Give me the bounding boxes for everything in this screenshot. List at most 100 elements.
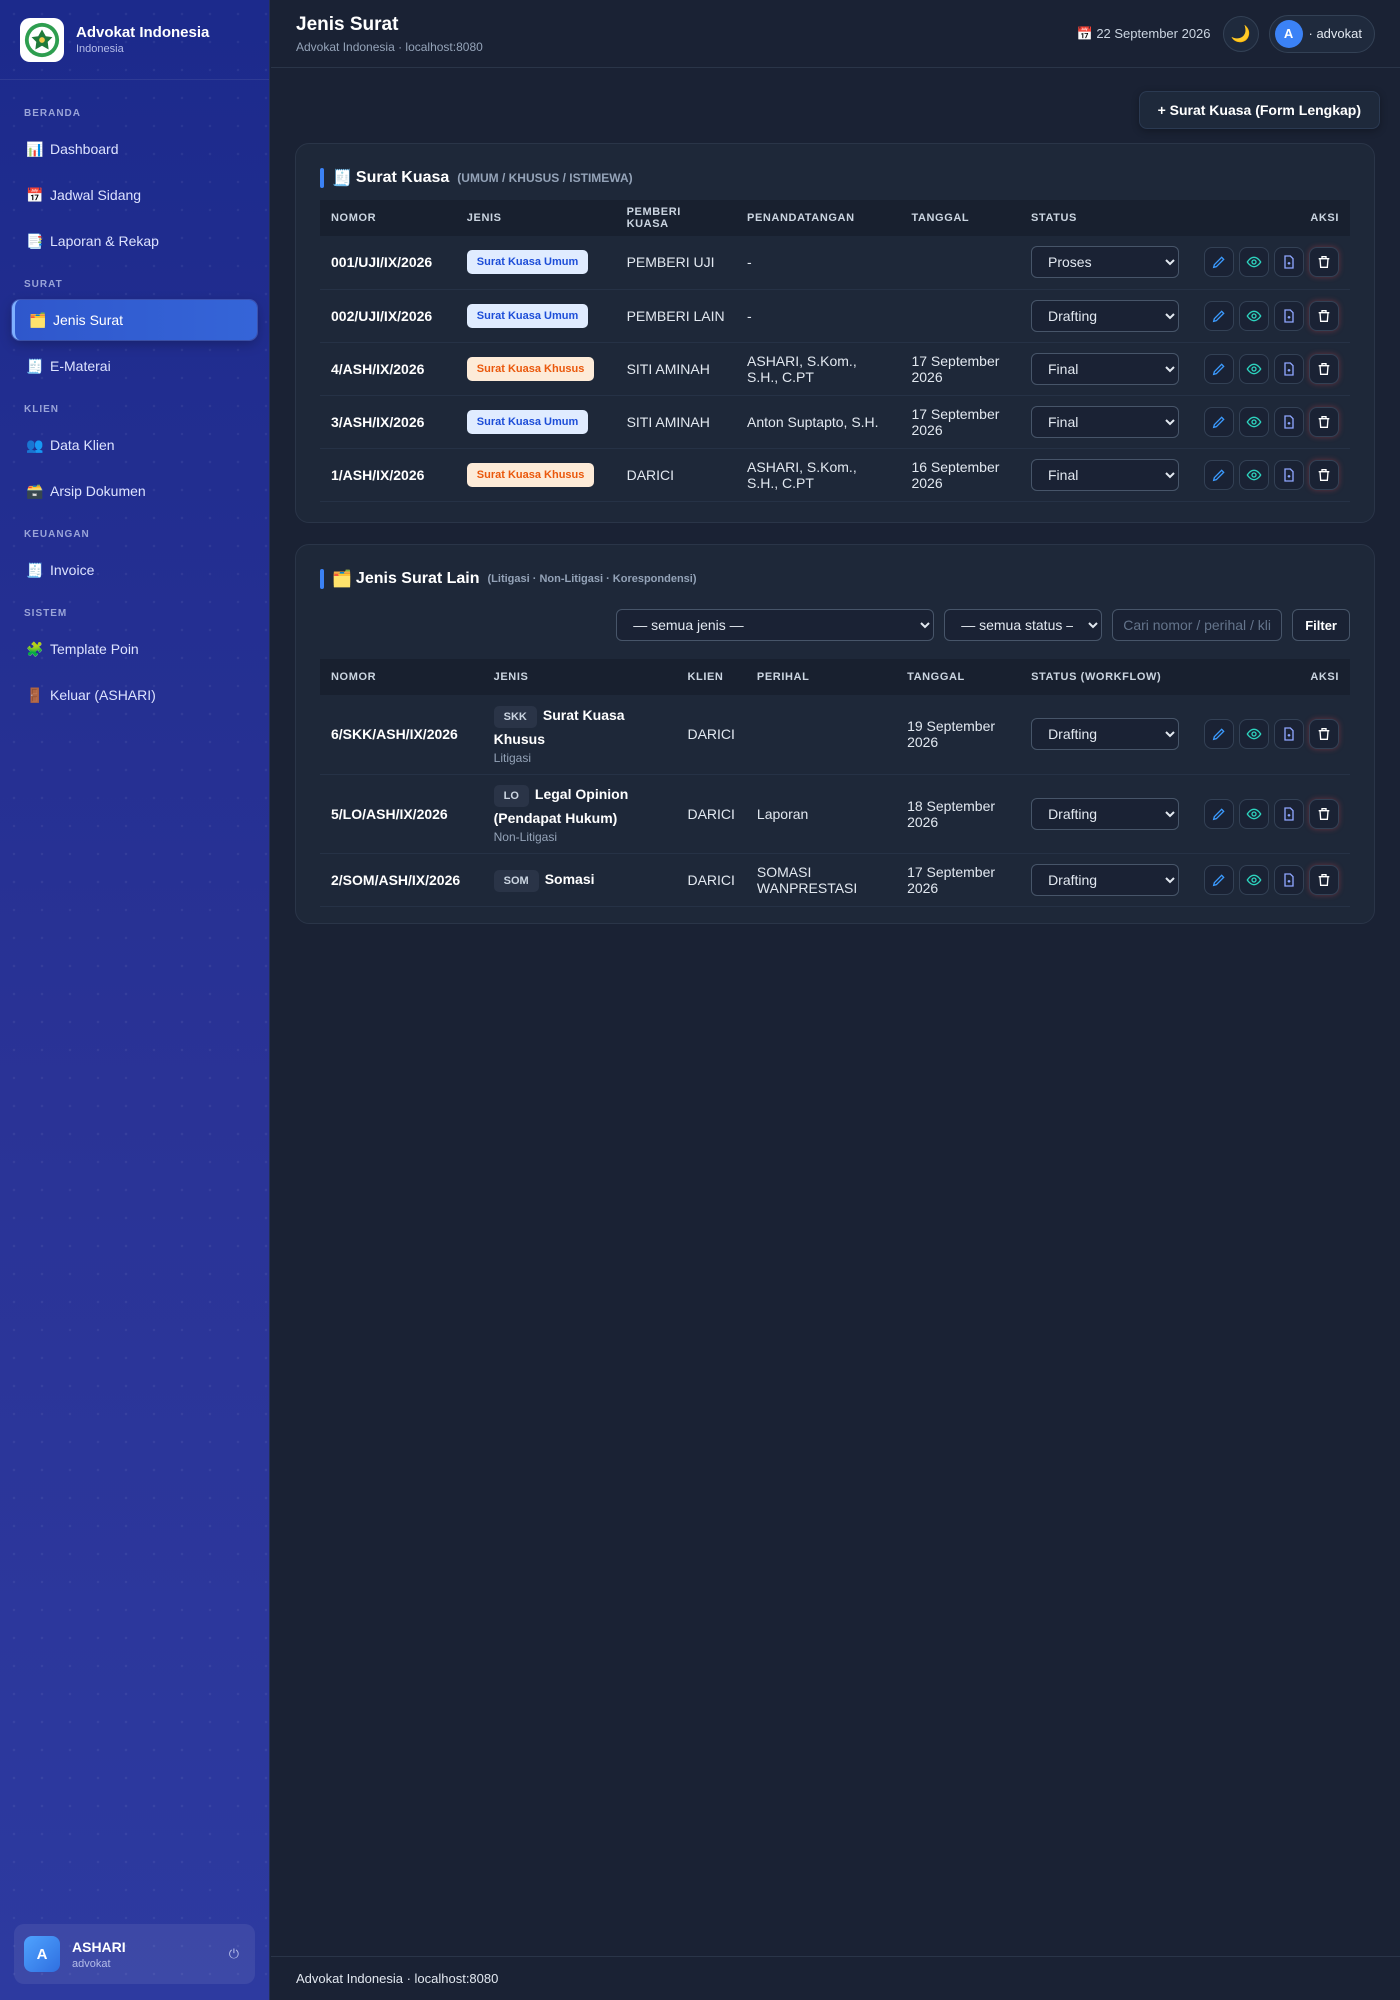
tanggal-cell [900,289,1020,343]
status-select[interactable]: Proses [1031,246,1179,279]
view-eye-icon[interactable] [1239,864,1269,895]
sidebar-item-label: Jadwal Sidang [50,187,142,203]
column-header: TANGGAL [900,200,1020,236]
user-menu[interactable]: A · advokat [1268,14,1375,53]
section-accent-bar [320,168,324,188]
nav-icon: 📊 [26,140,44,157]
delete-trash-icon[interactable] [1309,459,1339,490]
sidebar-section-title: KEUANGAN [24,529,90,540]
pdf-document-icon[interactable] [1274,864,1304,895]
search-input[interactable] [1112,609,1283,641]
edit-icon[interactable] [1204,353,1234,384]
pdf-document-icon[interactable] [1274,353,1304,384]
tanggal-cell: 16 September 2026 [900,448,1020,502]
footer: Advokat Indonesia · localhost:8080 [271,1956,1400,2000]
delete-trash-icon[interactable] [1309,406,1339,437]
pdf-document-icon[interactable] [1274,798,1304,829]
table-row: 5/LO/ASH/IX/2026 LO Legal Opinion (Pendapa… [320,774,1350,854]
status-cell: Proses [1020,236,1193,290]
status-cell: Drafting [1020,289,1193,343]
status-select[interactable]: Drafting [1031,299,1179,332]
nomor-cell: 3/ASH/IX/2026 [320,395,456,449]
status-cell: Final [1020,448,1193,502]
sidebar-item-data-klien[interactable]: 👥 Data Klien [12,425,257,465]
nomor-cell: 4/ASH/IX/2026 [320,342,456,396]
pdf-document-icon[interactable] [1274,300,1304,331]
view-eye-icon[interactable] [1239,719,1269,750]
sidebar-item-e-materai[interactable]: 🧾 E-Materai [12,346,257,386]
top-bar: Jenis Surat Advokat Indonesia · localhos… [271,0,1400,68]
sidebar-item-label: Template Poin [50,641,139,657]
status-filter-select[interactable]: — semua status — [944,609,1103,641]
add-surat-kuasa-button[interactable]: + Surat Kuasa (Form Lengkap) [1138,91,1380,129]
status-select[interactable]: Drafting [1031,718,1180,751]
pdf-document-icon[interactable] [1274,459,1304,490]
edit-icon[interactable] [1204,459,1234,490]
jenis-badge: Surat Kuasa Khusus [466,356,595,381]
tanggal-cell: 18 September 2026 [896,774,1021,854]
sidebar-item-jenis-surat[interactable]: 🗂️ Jenis Surat [12,300,257,340]
nomor-cell: 2/SOM/ASH/IX/2026 [320,853,483,907]
sidebar-section-title: SURAT [24,279,63,290]
delete-trash-icon[interactable] [1309,798,1339,829]
status-select[interactable]: Drafting [1031,797,1180,830]
status-select[interactable]: Final [1031,458,1179,491]
user-name: ASHARI [72,1938,126,1955]
pemberi-cell: DARICI [615,448,737,502]
sidebar-item-template-poin[interactable]: 🧩 Template Poin [12,629,257,669]
jenis-info: LO Legal Opinion (Pendapat Hukum) [493,783,666,829]
edit-icon[interactable] [1204,247,1234,278]
sidebar-section-title: BERANDA [24,108,81,119]
tanggal-cell: 19 September 2026 [896,695,1021,775]
sidebar-item-jadwal-sidang[interactable]: 📅 Jadwal Sidang [12,175,257,215]
view-eye-icon[interactable] [1239,300,1269,331]
theme-toggle-moon-icon[interactable]: 🌙 [1222,15,1259,52]
sidebar-user-card[interactable]: A ASHARI advokat ⏻ [14,1924,255,1984]
jenis-info: SOM Somasi [493,868,666,892]
power-icon[interactable]: ⏻ [229,1946,239,1962]
delete-trash-icon[interactable] [1309,719,1339,750]
edit-icon[interactable] [1204,864,1234,895]
section-title: Surat Kuasa [355,169,450,186]
jenis-filter-select[interactable]: — semua jenis — [616,609,935,641]
delete-trash-icon[interactable] [1309,247,1339,278]
status-select[interactable]: Drafting [1031,863,1180,896]
view-eye-icon[interactable] [1239,353,1269,384]
scroll-icon: 🧾 [332,170,352,187]
nav-icon: 🧾 [26,561,44,578]
edit-icon[interactable] [1204,300,1234,331]
sidebar-item-keluar-ashari[interactable]: 🚪 Keluar (ASHARI) [12,675,257,715]
view-eye-icon[interactable] [1239,798,1269,829]
app-logo [20,17,64,62]
status-select[interactable]: Final [1031,405,1179,438]
penandatangan-cell: - [736,236,901,290]
table-row: 001/UJI/IX/2026 Surat Kuasa Umum PEMBERI U… [320,236,1350,290]
sidebar-item-arsip-dokumen[interactable]: 🗃️ Arsip Dokumen [12,471,257,511]
delete-trash-icon[interactable] [1309,300,1339,331]
sidebar-item-invoice[interactable]: 🧾 Invoice [12,550,257,590]
delete-trash-icon[interactable] [1309,353,1339,384]
column-header: AKSI [1193,659,1350,695]
view-eye-icon[interactable] [1239,247,1269,278]
surat-kuasa-table: NOMOR JENIS PEMBERI KUASA PENANDATANGAN TANG… [320,200,1350,502]
column-header: NOMOR [320,200,456,236]
sidebar-item-laporan-rekap[interactable]: 📑 Laporan & Rekap [12,221,257,261]
view-eye-icon[interactable] [1239,459,1269,490]
nav-icon: 🧩 [26,640,44,657]
user-role: advokat [72,1957,111,1970]
edit-icon[interactable] [1204,798,1234,829]
view-eye-icon[interactable] [1239,406,1269,437]
pdf-document-icon[interactable] [1274,719,1304,750]
delete-trash-icon[interactable] [1309,864,1339,895]
sidebar-item-dashboard[interactable]: 📊 Dashboard [12,129,257,169]
perihal-cell: SOMASI WANPRESTASI [745,853,897,907]
edit-icon[interactable] [1204,719,1234,750]
jenis-cell: SOM Somasi [482,853,677,907]
pdf-document-icon[interactable] [1274,406,1304,437]
edit-icon[interactable] [1204,406,1234,437]
status-select[interactable]: Final [1031,352,1179,385]
jenis-name: Somasi [544,870,595,887]
nav-icon: 🗂️ [29,311,47,328]
filter-button[interactable]: Filter [1292,609,1350,641]
pdf-document-icon[interactable] [1274,247,1304,278]
